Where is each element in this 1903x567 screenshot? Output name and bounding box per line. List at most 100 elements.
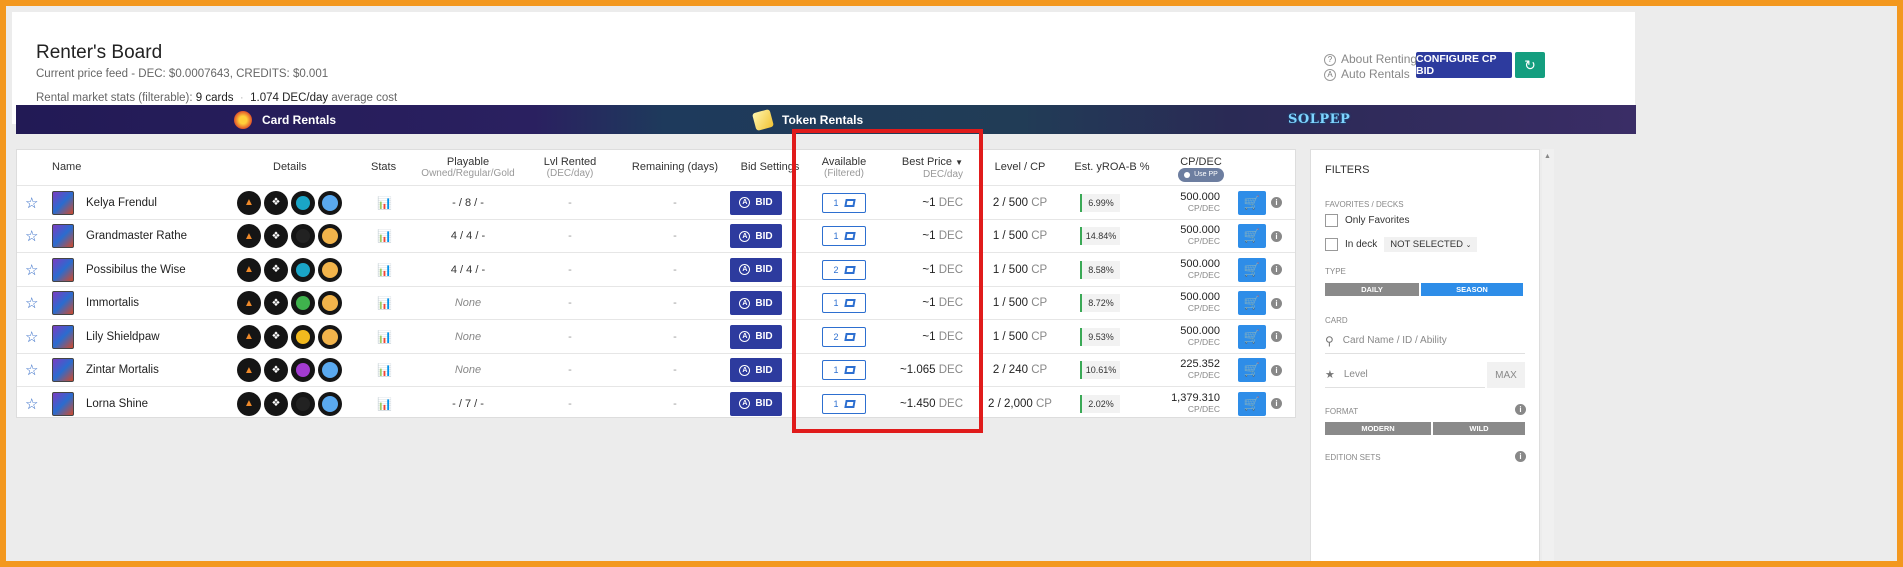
card-details: ▲ ❖ — [237, 186, 342, 219]
rent-cart-button[interactable]: 🛒 — [1238, 220, 1266, 253]
about-renting-link[interactable]: ? About Renting — [1324, 52, 1417, 67]
cpdec-amount: 500.000 — [1180, 190, 1220, 203]
stats-icon[interactable]: 📊 — [377, 320, 392, 353]
use-pp-toggle[interactable]: Use PP — [1178, 168, 1224, 182]
rent-cart-button[interactable]: 🛒 — [1238, 354, 1266, 387]
bid-button[interactable]: A BID — [730, 354, 782, 387]
edition-info-icon[interactable]: i — [1515, 451, 1526, 462]
in-deck-checkbox[interactable]: In deck NOT SELECTED ⌄ — [1325, 237, 1478, 252]
rent-cart-button[interactable]: 🛒 — [1238, 287, 1266, 320]
configure-cp-bid-button[interactable]: CONFIGURE CP BID — [1416, 52, 1512, 78]
card-name[interactable]: Lorna Shine — [86, 387, 148, 420]
bid-button[interactable]: A BID — [730, 387, 782, 420]
price-feed: Current price feed - DEC: $0.0007643, CR… — [36, 68, 329, 80]
format-label: FORMAT — [1325, 407, 1359, 416]
only-favorites-label: Only Favorites — [1345, 215, 1410, 226]
col-yroa[interactable]: Est. yROA-B % — [1063, 161, 1161, 173]
card-name[interactable]: Kelya Frendul — [86, 186, 157, 219]
search-icon: ⚲ — [1325, 333, 1334, 348]
card-name[interactable]: Zintar Mortalis — [86, 354, 159, 387]
table-row: ☆ Immortalis ▲ ❖ 📊 None - - A BID 1 ~1 DE… — [17, 285, 1295, 320]
bid-button[interactable]: A BID — [730, 320, 782, 353]
row-info-icon[interactable]: i — [1271, 354, 1282, 387]
daily-toggle[interactable]: DAILY — [1325, 283, 1419, 296]
table-row: ☆ Kelya Frendul ▲ ❖ 📊 - / 8 / - - - A BID… — [17, 185, 1295, 218]
rarity-icon: ❖ — [264, 190, 288, 215]
favorite-star-icon[interactable]: ☆ — [25, 354, 38, 387]
card-search-input[interactable]: ⚲ Card Name / ID / Ability — [1325, 328, 1525, 354]
card-name[interactable]: Possibilus the Wise — [86, 253, 186, 286]
row-info-icon[interactable]: i — [1271, 387, 1282, 420]
col-lvl-rented-label: Lvl Rented — [543, 156, 597, 168]
rent-cart-button[interactable]: 🛒 — [1238, 186, 1266, 219]
solpep-logo[interactable]: SOLPEP — [1288, 112, 1350, 127]
favorite-star-icon[interactable]: ☆ — [25, 287, 38, 320]
format-info-icon[interactable]: i — [1515, 404, 1526, 415]
favorite-star-icon[interactable]: ☆ — [25, 253, 38, 286]
bid-button[interactable]: A BID — [730, 186, 782, 219]
favorite-star-icon[interactable]: ☆ — [25, 320, 38, 353]
page-title: Renter's Board — [36, 42, 163, 63]
bid-button[interactable]: A BID — [730, 287, 782, 320]
bid-button[interactable]: A BID — [730, 220, 782, 253]
level-input[interactable]: ★ Level — [1325, 362, 1485, 388]
col-lvl-rented[interactable]: Lvl Rented (DEC/day) — [535, 156, 605, 180]
card-name[interactable]: Grandmaster Rathe — [86, 220, 187, 253]
table-row: ☆ Lily Shieldpaw ▲ ❖ 📊 None - - A BID 2 ~… — [17, 319, 1295, 352]
about-renting-label: About Renting — [1341, 52, 1418, 66]
stats-icon[interactable]: 📊 — [377, 287, 392, 320]
modern-toggle[interactable]: MODERN — [1325, 422, 1431, 435]
deck-select[interactable]: NOT SELECTED ⌄ — [1384, 237, 1478, 252]
rent-cart-button[interactable]: 🛒 — [1238, 387, 1266, 420]
rent-cart-button[interactable]: 🛒 — [1238, 320, 1266, 353]
filters-title: FILTERS — [1325, 164, 1370, 176]
use-pp-label: Use PP — [1194, 171, 1218, 178]
col-remaining[interactable]: Remaining (days) — [619, 161, 731, 173]
row-info-icon[interactable]: i — [1271, 220, 1282, 253]
stats-icon[interactable]: 📊 — [377, 354, 392, 387]
row-info-icon[interactable]: i — [1271, 320, 1282, 353]
max-level-button[interactable]: MAX — [1487, 362, 1525, 388]
col-lvl-rented-sub: (DEC/day) — [546, 168, 594, 179]
cart-icon: 🛒 — [1238, 291, 1266, 315]
rent-cart-button[interactable]: 🛒 — [1238, 253, 1266, 286]
favorite-star-icon[interactable]: ☆ — [25, 220, 38, 253]
row-info-icon[interactable]: i — [1271, 253, 1282, 286]
card-name[interactable]: Lily Shieldpaw — [86, 320, 160, 353]
market-stats: Rental market stats (filterable): 9 card… — [36, 92, 397, 104]
bid-label: BID — [755, 230, 773, 242]
ability-icon — [291, 391, 315, 416]
bid-button[interactable]: A BID — [730, 253, 782, 286]
wild-toggle[interactable]: WILD — [1433, 422, 1525, 435]
col-playable[interactable]: Playable Owned/Regular/Gold — [413, 156, 523, 180]
level-cp-unit: CP — [1031, 330, 1048, 343]
tab-card-rentals[interactable]: Card Rentals — [234, 105, 336, 134]
stats-icon[interactable]: 📊 — [377, 186, 392, 219]
chevron-down-icon: ⌄ — [1465, 242, 1472, 249]
row-info-icon[interactable]: i — [1271, 186, 1282, 219]
col-stats: Stats — [371, 161, 397, 173]
favorite-star-icon[interactable]: ☆ — [25, 186, 38, 219]
col-cpdec[interactable]: CP/DEC Use PP — [1167, 156, 1235, 182]
favorite-star-icon[interactable]: ☆ — [25, 387, 38, 420]
only-favorites-checkbox[interactable]: Only Favorites — [1325, 214, 1409, 227]
season-toggle[interactable]: SEASON — [1421, 283, 1523, 296]
col-level-cp[interactable]: Level / CP — [985, 161, 1055, 173]
level-cp-amount: 2 / 2,000 — [988, 397, 1033, 410]
cpdec-value: 500.000 CP/DEC — [1160, 320, 1220, 353]
stats-icon[interactable]: 📊 — [377, 387, 392, 420]
ability-icon — [291, 324, 315, 349]
card-name[interactable]: Immortalis — [86, 287, 139, 320]
scroll-up-icon[interactable]: ▲ — [1544, 153, 1551, 160]
level-cp-amount: 1 / 500 — [992, 330, 1028, 343]
filters-scrollbar[interactable]: ▲ — [1542, 149, 1554, 561]
col-name[interactable]: Name — [52, 161, 81, 173]
cpdec-value: 500.000 CP/DEC — [1160, 253, 1220, 286]
row-info-icon[interactable]: i — [1271, 287, 1282, 320]
refresh-button[interactable]: ↻ — [1515, 52, 1545, 78]
card-rentals-icon — [234, 110, 252, 129]
stats-icon[interactable]: 📊 — [377, 220, 392, 253]
card-thumbnail — [52, 287, 74, 320]
auto-rentals-link[interactable]: A Auto Rentals — [1324, 67, 1417, 82]
stats-icon[interactable]: 📊 — [377, 253, 392, 286]
